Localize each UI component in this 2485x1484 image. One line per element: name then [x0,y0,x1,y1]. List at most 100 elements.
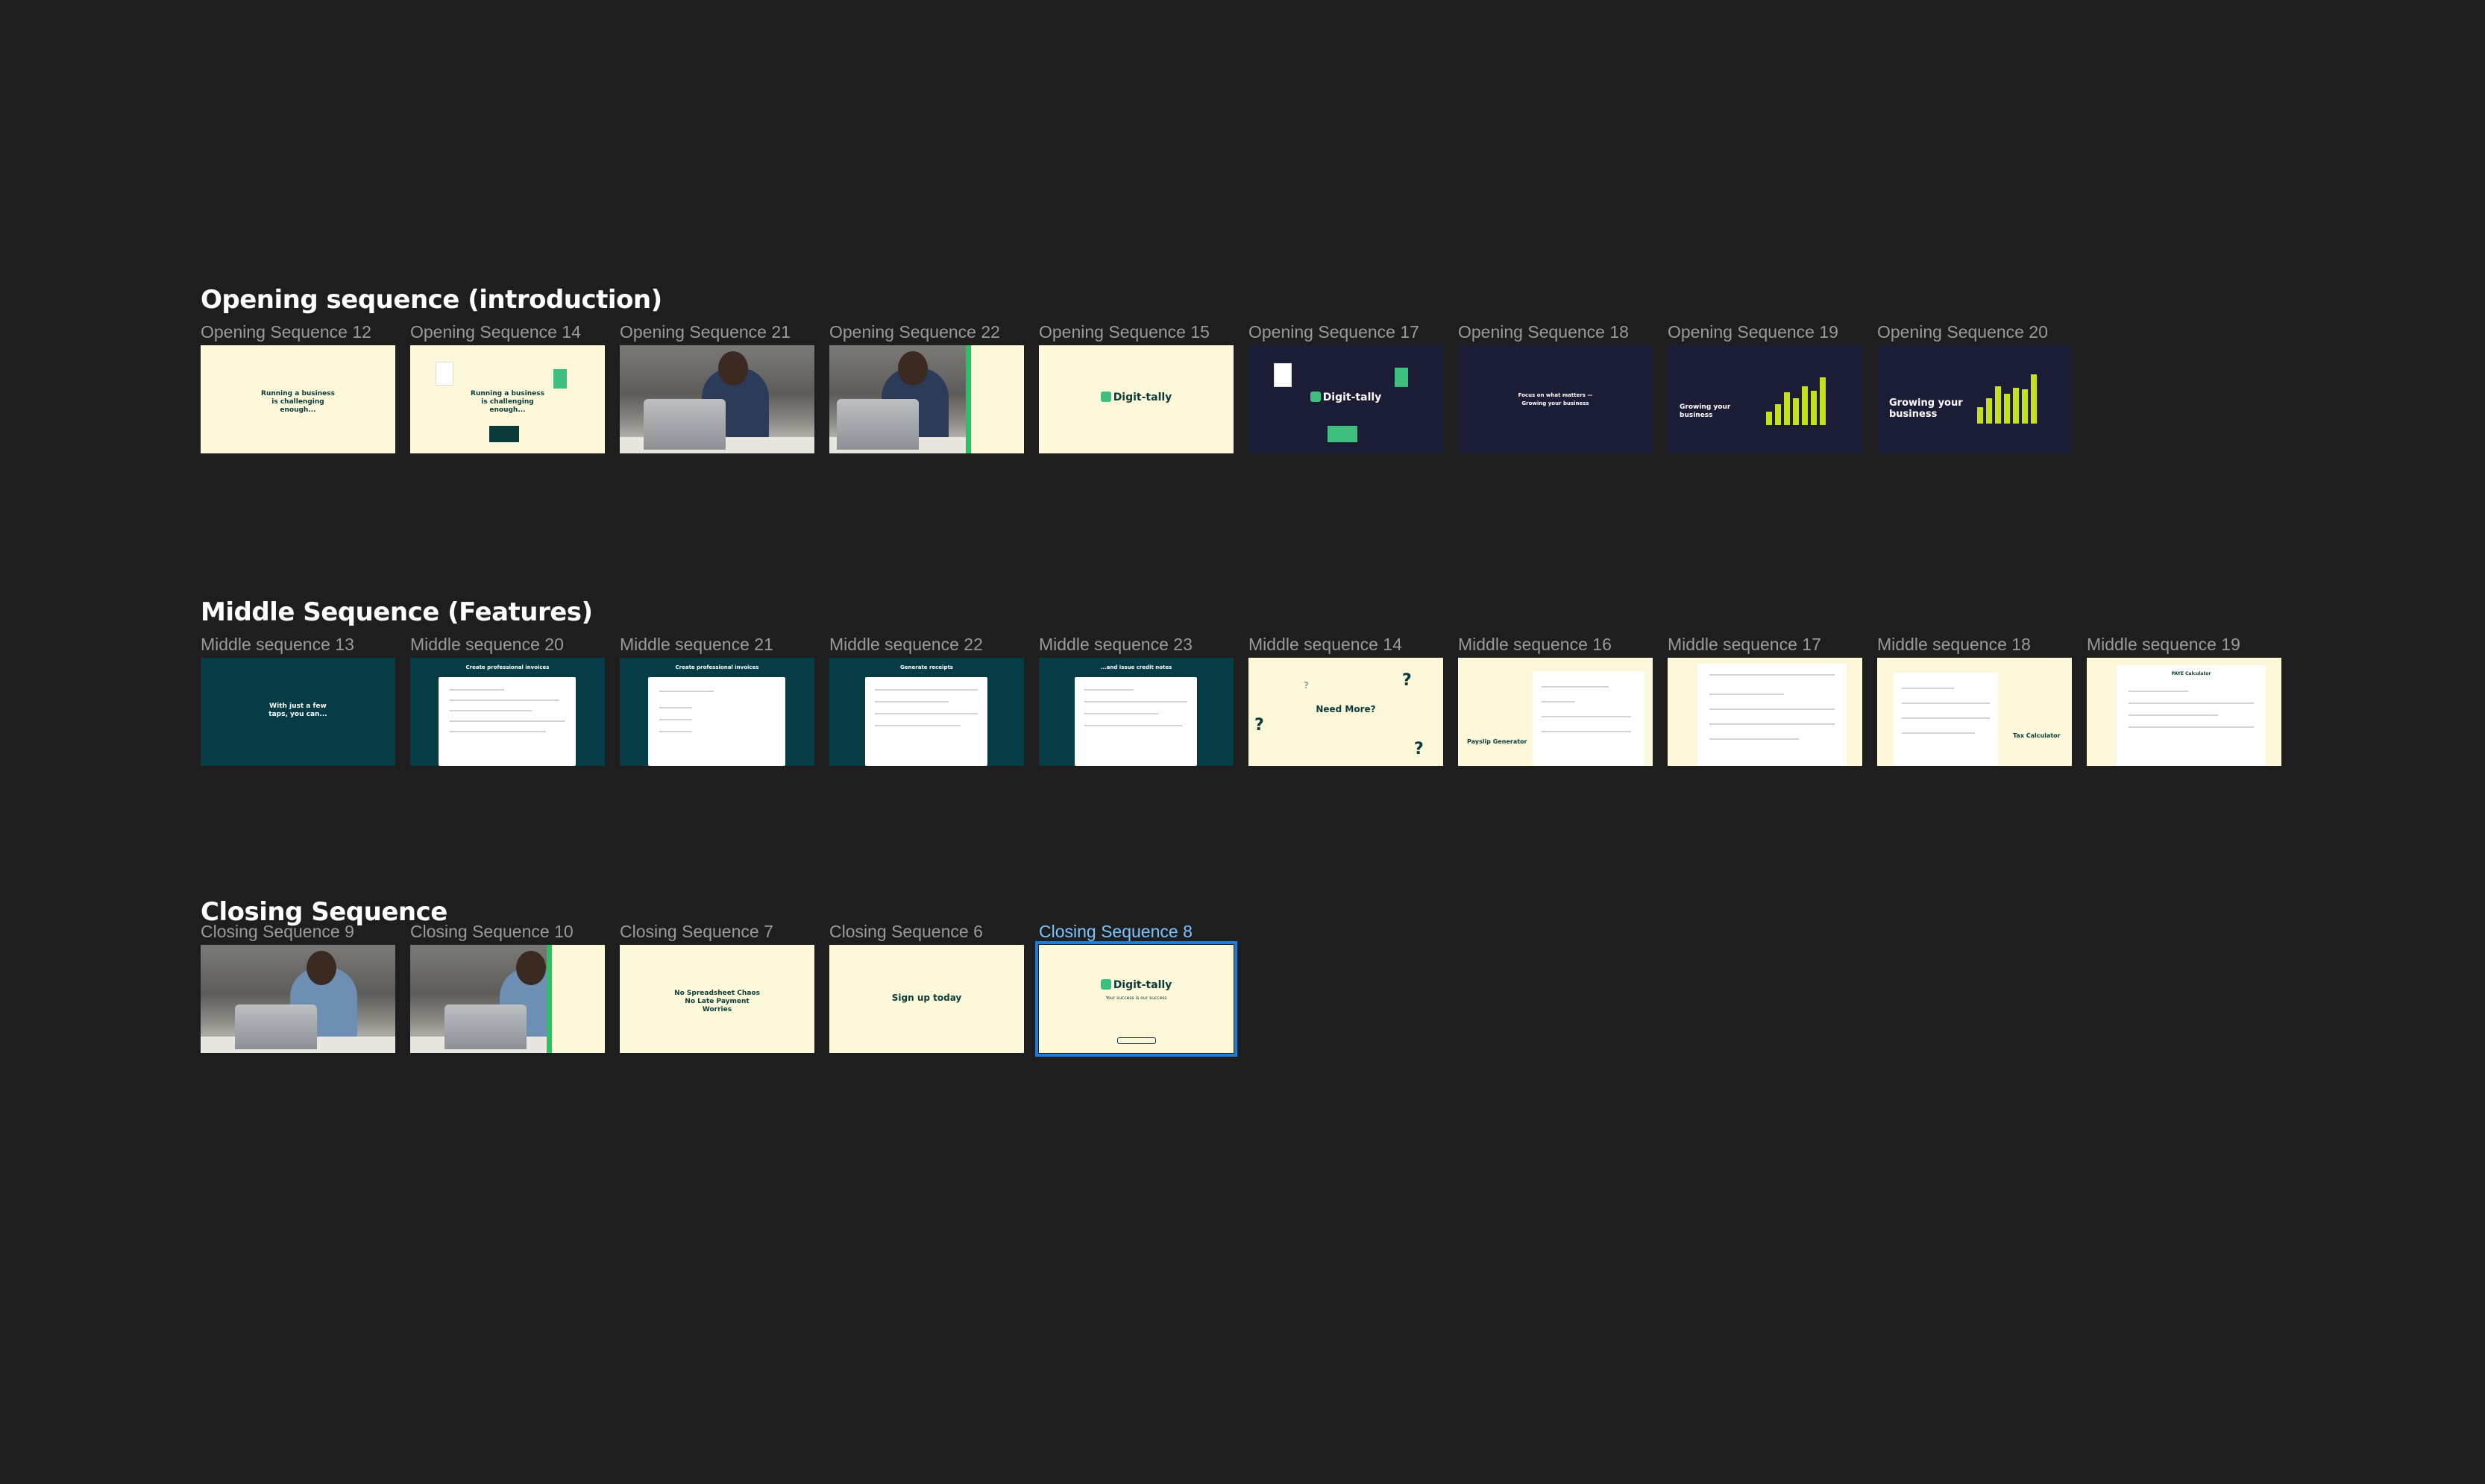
frame-label[interactable]: Middle sequence 22 [829,635,983,655]
calculator-icon [1395,368,1408,387]
screen-title: PAYE Calculator [2171,671,2211,676]
frame-label[interactable]: Opening Sequence 12 [201,322,371,342]
frame-middle-22[interactable]: Middle sequence 22 Generate receipts [829,635,1024,766]
cream-panel [971,345,1024,453]
slide-text: Growing your business [1680,403,1731,419]
tagline-text: Your success is our success [1105,996,1167,1001]
frame-thumbnail[interactable]: Digit-tally [1248,345,1443,453]
growth-bar-chart [1977,374,2037,424]
frame-opening-22[interactable]: Opening Sequence 22 [829,322,1024,453]
frame-closing-6[interactable]: Closing Sequence 6 Sign up today [829,922,1024,1053]
frame-thumbnail[interactable]: Running a business is challenging enough… [201,345,395,453]
frame-label[interactable]: Closing Sequence 10 [410,922,574,942]
frame-thumbnail[interactable]: Tax Calculator [1877,658,2072,766]
frame-closing-10[interactable]: Closing Sequence 10 [410,922,605,1053]
frame-thumbnail[interactable]: With just a few taps, you can... [201,658,395,766]
frame-label[interactable]: Middle sequence 23 [1039,635,1193,655]
slide-text: With just a few taps, you can... [268,702,327,718]
frame-opening-19[interactable]: Opening Sequence 19 Growing your busines… [1668,322,1862,453]
frame-label[interactable]: Closing Sequence 8 [1039,922,1193,942]
section-title-middle[interactable]: Middle Sequence (Features) [201,597,593,627]
frame-label[interactable]: Opening Sequence 15 [1039,322,1210,342]
frame-thumbnail[interactable]: Sign up today [829,945,1024,1053]
calculator-icon [553,369,567,389]
frame-middle-13[interactable]: Middle sequence 13 With just a few taps,… [201,635,395,766]
frame-middle-16[interactable]: Middle sequence 16 Payslip Generator [1458,635,1653,766]
frame-thumbnail[interactable]: ...and issue credit notes [1039,658,1234,766]
frame-middle-21[interactable]: Middle sequence 21 Create professional i… [620,635,814,766]
laptop-image [837,399,919,450]
frame-thumbnail[interactable]: Digit-tally [1039,345,1234,453]
frame-thumbnail-photo[interactable] [620,345,814,453]
frame-thumbnail[interactable]: Growing your business [1877,345,2072,453]
frame-thumbnail-photo[interactable] [410,945,605,1053]
frame-middle-17[interactable]: Middle sequence 17 [1668,635,1862,766]
logo-icon [1310,392,1321,402]
frame-thumbnail[interactable] [1668,658,1862,766]
frame-middle-14[interactable]: Middle sequence 14 ? ? ? ? Need More? [1248,635,1443,766]
frame-closing-7[interactable]: Closing Sequence 7 No Spreadsheet Chaos … [620,922,814,1053]
slide-text: Generate receipts [900,664,953,670]
cta-button [1117,1037,1156,1044]
frame-label[interactable]: Opening Sequence 22 [829,322,1000,342]
frame-label[interactable]: Closing Sequence 7 [620,922,773,942]
question-mark-icon: ? [1402,671,1412,690]
frame-middle-19[interactable]: Middle sequence 19 PAYE Calculator [2087,635,2281,766]
frame-label[interactable]: Opening Sequence 18 [1458,322,1629,342]
frame-thumbnail-photo[interactable] [201,945,395,1053]
slide-text: Tax Calculator [2013,732,2061,739]
frame-label[interactable]: Closing Sequence 9 [201,922,354,942]
frame-label[interactable]: Middle sequence 21 [620,635,773,655]
question-mark-icon: ? [1304,680,1309,691]
frame-thumbnail[interactable]: PAYE Calculator [2087,658,2281,766]
frame-thumbnail[interactable]: Running a business is challenging enough… [410,345,605,453]
frame-thumbnail[interactable]: ? ? ? ? Need More? [1248,658,1443,766]
frame-closing-9[interactable]: Closing Sequence 9 [201,922,395,1053]
section-title-opening[interactable]: Opening sequence (introduction) [201,285,662,315]
frame-thumbnail[interactable]: Payslip Generator [1458,658,1653,766]
frame-opening-17[interactable]: Opening Sequence 17 Digit-tally [1248,322,1443,453]
frame-label[interactable]: Middle sequence 14 [1248,635,1402,655]
frame-label[interactable]: Opening Sequence 17 [1248,322,1419,342]
frame-label[interactable]: Opening Sequence 19 [1668,322,1838,342]
frame-label[interactable]: Middle sequence 18 [1877,635,2031,655]
brand-logo: Digit-tally [1248,392,1443,403]
frame-middle-23[interactable]: Middle sequence 23 ...and issue credit n… [1039,635,1234,766]
slide-text: Create professional invoices [675,664,759,670]
frame-label[interactable]: Middle sequence 20 [410,635,564,655]
frame-label[interactable]: Opening Sequence 14 [410,322,581,342]
frame-opening-14[interactable]: Opening Sequence 14 Running a business i… [410,322,605,453]
frame-thumbnail[interactable]: Generate receipts [829,658,1024,766]
frame-opening-18[interactable]: Opening Sequence 18 Focus on what matter… [1458,322,1653,453]
frame-opening-15[interactable]: Opening Sequence 15 Digit-tally [1039,322,1234,453]
frame-label[interactable]: Middle sequence 13 [201,635,354,655]
document-icon [436,362,453,386]
frame-thumbnail-selected[interactable]: Digit-tally Your success is our success [1035,941,1237,1057]
frame-label[interactable]: Middle sequence 17 [1668,635,1821,655]
person-head [307,951,336,985]
question-mark-icon: ? [1254,716,1264,735]
green-transition-bar [547,945,552,1053]
frame-opening-21[interactable]: Opening Sequence 21 [620,322,814,453]
frame-opening-20[interactable]: Opening Sequence 20 Growing your busines… [1877,322,2072,453]
slide-text: No Spreadsheet Chaos No Late Payment Wor… [674,990,760,1013]
slide-text: Payslip Generator [1467,738,1527,745]
frame-middle-20[interactable]: Middle sequence 20 Create professional i… [410,635,605,766]
frame-thumbnail-photo[interactable] [829,345,1024,453]
frame-opening-12[interactable]: Opening Sequence 12 Running a business i… [201,322,395,453]
app-screenshot [648,677,785,766]
frame-label[interactable]: Middle sequence 19 [2087,635,2240,655]
frame-label[interactable]: Closing Sequence 6 [829,922,983,942]
brand-logo: Digit-tally [1039,392,1234,403]
frame-thumbnail[interactable]: Create professional invoices [410,658,605,766]
frame-closing-8[interactable]: Closing Sequence 8 Digit-tally Your succ… [1035,922,1237,1057]
frame-middle-18[interactable]: Middle sequence 18 Tax Calculator [1877,635,2072,766]
frame-label[interactable]: Opening Sequence 20 [1877,322,2048,342]
person-head [718,351,748,386]
frame-label[interactable]: Middle sequence 16 [1458,635,1612,655]
frame-thumbnail[interactable]: Create professional invoices [620,658,814,766]
frame-thumbnail[interactable]: Growing your business [1668,345,1862,453]
frame-label[interactable]: Opening Sequence 21 [620,322,791,342]
frame-thumbnail[interactable]: No Spreadsheet Chaos No Late Payment Wor… [620,945,814,1053]
frame-thumbnail[interactable]: Focus on what matters — Growing your bus… [1458,345,1653,453]
